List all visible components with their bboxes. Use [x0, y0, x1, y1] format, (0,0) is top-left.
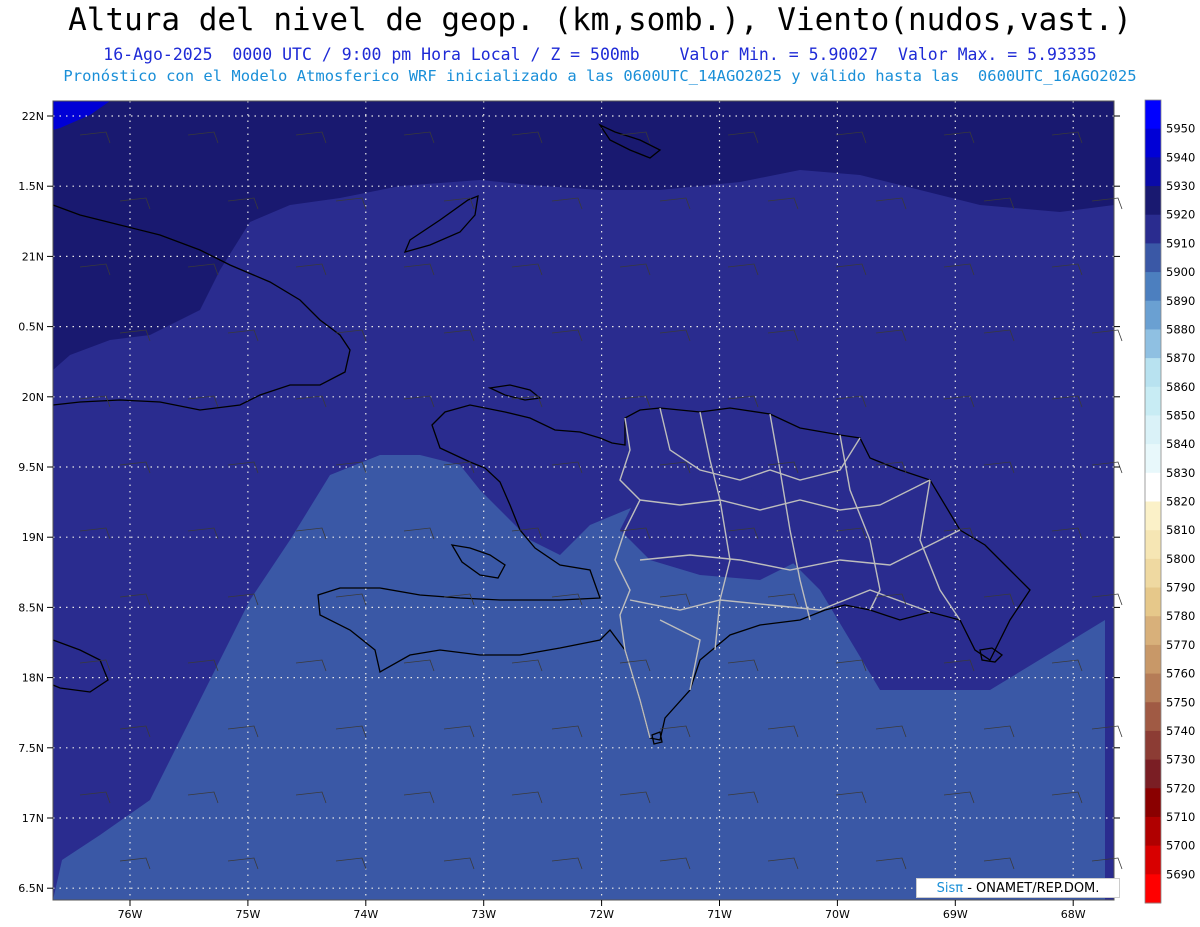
colorbar-swatch — [1145, 816, 1161, 847]
colorbar-label: 5850 — [1166, 408, 1195, 422]
lat-tick-label: 19N — [22, 531, 44, 544]
colorbar-label: 5830 — [1166, 466, 1195, 480]
colorbar-label: 5820 — [1166, 495, 1195, 509]
colorbar-swatch — [1145, 214, 1161, 244]
weather-map: 22N 1.5N 21N 0.5N 20N 9.5N 19N 8.5N 18N 7.5N 17N 6.… — [18, 99, 1195, 921]
colorbar-swatch — [1145, 874, 1161, 904]
colorbar-swatch — [1145, 358, 1161, 388]
colorbar-label: 5920 — [1166, 208, 1195, 222]
credit-brand: Sisπ — [936, 881, 964, 896]
colorbar-swatch — [1145, 558, 1161, 589]
colorbar-label: 5890 — [1166, 294, 1195, 308]
colorbar-label: 5720 — [1166, 781, 1195, 795]
colorbar-swatch — [1145, 300, 1161, 330]
colorbar-swatch — [1145, 100, 1161, 130]
colorbar: 5950 5940 5930 5920 5910 5900 5890 5880 5870 5860… — [1144, 99, 1195, 904]
colorbar-label: 5730 — [1166, 753, 1195, 767]
colorbar-swatch — [1145, 702, 1161, 732]
colorbar-swatch — [1145, 157, 1161, 187]
lon-tick-label: 68W — [1061, 908, 1086, 921]
colorbar-swatch — [1145, 845, 1161, 875]
colorbar-label: 5710 — [1166, 810, 1195, 824]
lat-tick-label: 8.5N — [18, 601, 44, 614]
lon-tick-label: 71W — [707, 908, 732, 921]
lon-tick-label: 76W — [118, 908, 143, 921]
colorbar-swatch — [1145, 759, 1161, 789]
colorbar-label: 5840 — [1166, 437, 1195, 451]
colorbar-swatch — [1145, 272, 1161, 302]
colorbar-swatch — [1145, 186, 1161, 216]
colorbar-swatch — [1145, 788, 1161, 818]
colorbar-swatch — [1145, 243, 1161, 273]
colorbar-label: 5760 — [1166, 667, 1195, 681]
colorbar-label: 5800 — [1166, 552, 1195, 566]
lon-tick-label: 73W — [471, 908, 496, 921]
credit-text: - ONAMET/REP.DOM. — [963, 881, 1100, 896]
colorbar-label: 5860 — [1166, 380, 1195, 394]
colorbar-label: 5810 — [1166, 523, 1195, 537]
lat-tick-label: 7.5N — [18, 742, 44, 755]
lat-tick-label: 18N — [22, 672, 44, 685]
colorbar-swatch — [1145, 644, 1161, 675]
lon-tick-label: 75W — [235, 908, 260, 921]
colorbar-swatch — [1145, 444, 1161, 474]
colorbar-swatch — [1145, 472, 1161, 502]
colorbar-swatch — [1145, 530, 1161, 560]
lat-tick-label: 22N — [22, 110, 44, 123]
colorbar-label: 5740 — [1166, 724, 1195, 738]
geopotential-field — [53, 101, 1114, 900]
colorbar-swatch — [1145, 329, 1161, 359]
lat-tick-label: 17N — [22, 812, 44, 825]
colorbar-label: 5940 — [1166, 150, 1195, 164]
colorbar-swatch — [1145, 587, 1161, 617]
colorbar-label: 5790 — [1166, 581, 1195, 595]
credit-box: Sisπ - ONAMET/REP.DOM. — [916, 878, 1120, 898]
colorbar-swatch — [1145, 386, 1161, 416]
colorbar-label: 5700 — [1166, 839, 1195, 853]
lat-tick-label: 6.5N — [18, 882, 44, 895]
colorbar-label: 5750 — [1166, 695, 1195, 709]
lon-tick-label: 70W — [825, 908, 850, 921]
colorbar-swatch — [1145, 128, 1161, 158]
colorbar-swatch — [1145, 415, 1161, 445]
lat-tick-label: 1.5N — [18, 180, 44, 193]
lon-tick-label: 72W — [589, 908, 614, 921]
lat-tick-label: 21N — [22, 250, 44, 263]
lat-tick-label: 0.5N — [18, 321, 44, 334]
colorbar-label: 5770 — [1166, 638, 1195, 652]
lat-tick-label: 9.5N — [18, 461, 44, 474]
colorbar-label: 5950 — [1166, 122, 1195, 136]
colorbar-label: 5780 — [1166, 609, 1195, 623]
colorbar-label: 5910 — [1166, 236, 1195, 250]
lon-tick-label: 74W — [353, 908, 378, 921]
colorbar-swatch — [1145, 673, 1161, 703]
colorbar-swatch — [1145, 501, 1161, 531]
colorbar-label: 5880 — [1166, 322, 1195, 336]
colorbar-label: 5900 — [1166, 265, 1195, 279]
colorbar-label: 5870 — [1166, 351, 1195, 365]
colorbar-label: 5930 — [1166, 179, 1195, 193]
colorbar-swatch — [1145, 616, 1161, 646]
lon-tick-label: 69W — [943, 908, 968, 921]
colorbar-swatch — [1145, 730, 1161, 761]
lat-tick-label: 20N — [22, 391, 44, 404]
colorbar-label: 5690 — [1166, 867, 1195, 881]
